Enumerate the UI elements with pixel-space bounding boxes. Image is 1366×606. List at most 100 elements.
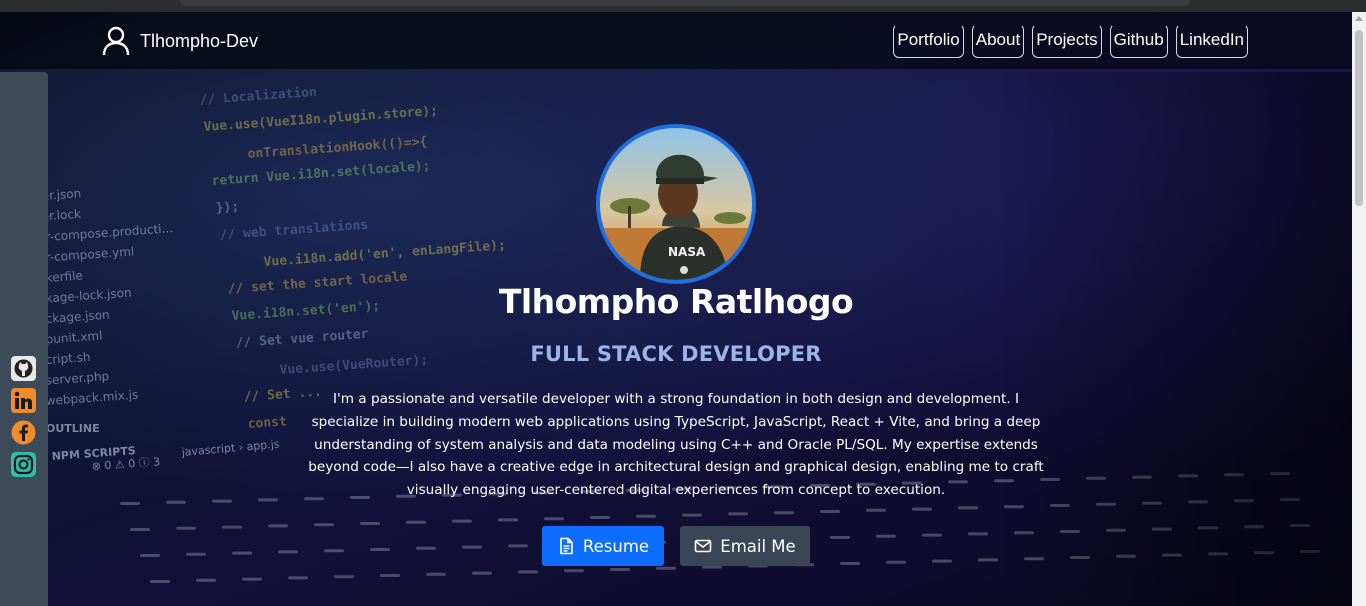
page-scrollbar[interactable] [1352,12,1366,606]
keyboard-key [564,569,584,573]
keyboard-key [518,570,538,574]
keyboard-key [922,533,942,537]
keyboard-key [702,565,722,569]
keyboard-key [186,552,206,556]
keyboard-key [830,536,850,539]
brand[interactable]: Tlhompho-Dev [102,26,258,56]
file-list-item: punit.xml [45,329,103,347]
keyboard-key [150,580,170,583]
keyboard-key [508,544,528,548]
nav-link-about[interactable]: About [971,24,1025,58]
profile-avatar: NASA [596,124,756,284]
nav-link-portfolio[interactable]: Portfolio [893,24,964,58]
keyboard-key [380,574,400,577]
file-list-item: webpack.mix.js [45,388,138,408]
keyboard-key [886,560,906,564]
keyboard-key [498,518,518,522]
file-list-item: ckage.json [45,308,110,326]
keyboard-key [682,513,702,517]
nav-link-projects[interactable]: Projects [1032,24,1102,58]
keyboard-key [258,498,278,502]
linkedin-icon[interactable] [11,388,36,413]
code-line: return Vue.i18n.set(locale); [211,159,431,189]
nav-link-github[interactable]: Github [1109,24,1168,58]
file-list-item: server.php [45,369,109,387]
keyboard-key [876,534,896,538]
keyboard-key [314,523,334,527]
keyboard-key [120,502,140,505]
user-icon [102,26,130,56]
keyboard-key [196,578,216,582]
keyboard-key [636,514,656,518]
keyboard-key [728,512,748,516]
file-list-item: r-compose.yml [45,244,134,264]
page-title: Tlhompho Ratlhogo [498,282,854,321]
file-list-item: cript.sh [45,350,91,367]
keyboard-key [968,532,988,536]
facebook-icon[interactable] [11,420,36,445]
keyboard-key [472,571,492,575]
keyboard-key [866,508,886,512]
code-line: Vue.use(VueI18n.plugin.store); [203,104,438,135]
keyboard-key [130,528,150,531]
code-line: }); [215,199,239,216]
keyboard-key [278,550,298,554]
code-line: // Localization [199,85,317,108]
bio-text: I'm a passionate and versatile developer… [308,391,1044,499]
code-line: Vue.i18n.set('en'); [231,299,380,324]
keyboard-key [932,559,952,563]
keyboard-key [958,506,978,510]
keyboard-key [360,522,380,525]
brand-name: Tlhompho-Dev [140,30,259,51]
keyboard-key [462,545,482,549]
keyboard-key [406,520,426,524]
scrollbar-thumb[interactable] [1355,30,1363,206]
keyboard-key [416,546,436,550]
keyboard-key [140,554,160,557]
keyboard-key [232,551,252,555]
keyboard-key [288,576,308,580]
keyboard-key [544,517,564,521]
code-line: // Set vue router [235,327,369,351]
browser-top-bar [0,0,1366,12]
keyboard-key [820,510,840,513]
keyboard-key [268,524,288,528]
scroll-up-arrow-icon[interactable] [1355,16,1363,21]
keyboard-key [452,519,472,523]
file-list-item: kerfile [45,268,83,285]
code-line: // web translations [219,218,368,243]
envelope-icon [694,539,712,553]
keyboard-key [840,562,860,565]
nav-link-linkedin[interactable]: LinkedIn [1175,24,1248,58]
keyboard-key [176,526,196,530]
social-sidebar [0,72,48,606]
keyboard-key [370,548,390,551]
keyboard-key [426,572,446,576]
keyboard-key [222,525,242,529]
email-button[interactable]: Email Me [680,526,810,566]
keyboard-key [590,516,610,519]
document-icon [560,537,573,555]
keyboard-key [334,575,354,579]
code-line: const [247,414,287,432]
nav-links: Portfolio About Projects Github LinkedIn [893,24,1248,58]
email-button-label: Email Me [720,536,796,556]
keyboard-key [774,511,794,515]
code-line: onTranslationHook(()=>{ [247,134,428,162]
browser-tab-strip [180,0,1190,6]
hero-section: // Localization Vue.use(VueI18n.plugin.st… [0,12,1352,606]
code-line: Vue.i18n.add('en', enLangFile); [263,238,506,270]
keyboard-key [912,507,932,511]
github-icon[interactable] [11,356,36,381]
keyboard-key [242,577,262,581]
keyboard-key [610,568,630,571]
instagram-icon[interactable] [11,452,36,477]
resume-button-label: Resume [582,536,650,556]
top-navbar: Tlhompho-Dev Portfolio About Projects Gi… [0,12,1352,69]
role-subtitle: FULL STACK DEVELOPER [530,342,822,366]
keyboard-key [166,500,186,504]
file-list-item: kage-lock.json [45,286,132,306]
outline-label: OUTLINE [46,422,100,435]
editor-breadcrumb: javascript › app.js [180,437,280,459]
resume-button[interactable]: Resume [542,526,664,566]
